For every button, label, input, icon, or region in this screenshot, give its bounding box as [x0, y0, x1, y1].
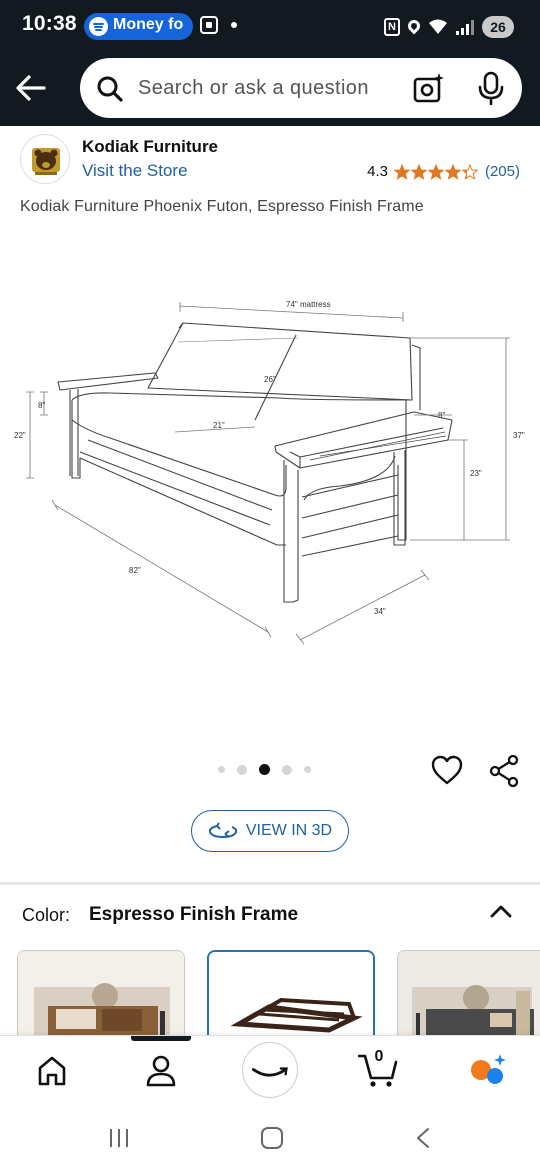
carousel-dot-active[interactable] [259, 764, 270, 775]
search-input[interactable] [138, 70, 388, 106]
carousel-dot[interactable] [304, 766, 311, 773]
bottom-navigation: 0 [0, 1035, 540, 1105]
chevron-up-icon[interactable] [488, 900, 514, 922]
star-icon [461, 163, 478, 180]
search-icon [97, 76, 123, 102]
swatch-image [18, 951, 184, 1044]
rating-value: 4.3 [367, 163, 388, 180]
carousel-dot[interactable] [218, 766, 225, 773]
rufus-amazon-button[interactable] [242, 1042, 298, 1098]
dim-total-height: 37" [513, 431, 525, 440]
rotate-3d-icon [208, 822, 238, 839]
spotify-icon [89, 17, 108, 36]
dim-seat-height: 23" [470, 469, 482, 478]
microphone-icon[interactable] [476, 71, 506, 105]
dim-back: 26" [264, 375, 276, 384]
color-label: Color: [22, 905, 71, 925]
rating-stars [393, 163, 478, 180]
store-logo[interactable] [20, 134, 70, 184]
account-icon[interactable] [145, 1052, 177, 1088]
dim-arm-height: 22" [14, 431, 26, 440]
swatch-image [398, 951, 540, 1044]
star-icon [444, 163, 461, 180]
rating-summary[interactable]: 4.3 (205) [367, 163, 520, 180]
bear-logo-icon [32, 148, 60, 175]
dim-arm-thickness: 8" [38, 401, 45, 410]
carousel-dot[interactable] [237, 764, 247, 775]
share-icon[interactable] [488, 754, 520, 788]
rufus-ai-icon[interactable] [468, 1052, 508, 1088]
nfc-icon: N [384, 17, 400, 36]
section-divider [0, 882, 540, 885]
product-title: Kodiak Furniture Phoenix Futon, Espresso… [20, 198, 424, 215]
star-icon [393, 163, 410, 180]
amazon-smile-icon [251, 1067, 288, 1077]
notification-pill-text: Money fo [113, 16, 184, 33]
location-icon [405, 17, 423, 34]
back-arrow-icon[interactable] [14, 73, 46, 103]
store-name: Kodiak Furniture [82, 137, 219, 156]
product-image[interactable]: 74" mattress 26" 21" 8" 22" 8" 37" 23" 8… [0, 240, 540, 740]
image-carousel-dots [218, 764, 311, 775]
signal-icon [456, 19, 474, 35]
review-count[interactable]: (205) [485, 163, 520, 180]
dim-seat-depth: 21" [213, 421, 225, 430]
color-swatch-espresso[interactable] [207, 950, 375, 1045]
wifi-icon [429, 19, 447, 34]
status-time: 10:38 [22, 12, 77, 35]
spotify-notification-pill[interactable]: Money fo [84, 13, 193, 40]
cart-count: 0 [374, 1048, 384, 1065]
dim-total-width: 82" [129, 566, 141, 575]
battery-icon: 26 [482, 15, 514, 38]
color-swatch-bedroom[interactable] [17, 950, 185, 1045]
recent-apps-icon[interactable] [110, 1129, 128, 1147]
active-tab-indicator [131, 1036, 191, 1041]
visit-store-link[interactable]: Visit the Store [82, 161, 188, 181]
home-icon[interactable] [36, 1052, 68, 1088]
screenshot-icon [200, 16, 218, 34]
heart-icon[interactable] [430, 754, 464, 786]
system-navigation-bar [0, 1105, 540, 1170]
star-icon [427, 163, 444, 180]
search-bar[interactable] [80, 58, 522, 118]
star-icon [410, 163, 427, 180]
color-swatch-livingroom[interactable] [397, 950, 540, 1045]
system-home-icon[interactable] [261, 1127, 283, 1149]
view-in-3d-button[interactable]: VIEW IN 3D [191, 810, 349, 852]
system-back-icon[interactable] [414, 1127, 432, 1149]
notification-dot-icon [231, 22, 237, 28]
camera-search-icon[interactable] [413, 72, 445, 104]
dim-total-depth: 34" [374, 607, 386, 616]
dim-mattress: 74" mattress [286, 300, 331, 309]
swatch-image [209, 952, 373, 1043]
search-header [0, 52, 540, 126]
color-selected-value: Espresso Finish Frame [89, 904, 299, 925]
dim-arm-width: 8" [438, 411, 445, 420]
status-bar: 10:38 Money fo N 26 [0, 0, 540, 52]
carousel-dot[interactable] [282, 764, 292, 775]
cart-button[interactable]: 0 [357, 1048, 398, 1088]
view-in-3d-label: VIEW IN 3D [245, 822, 333, 839]
